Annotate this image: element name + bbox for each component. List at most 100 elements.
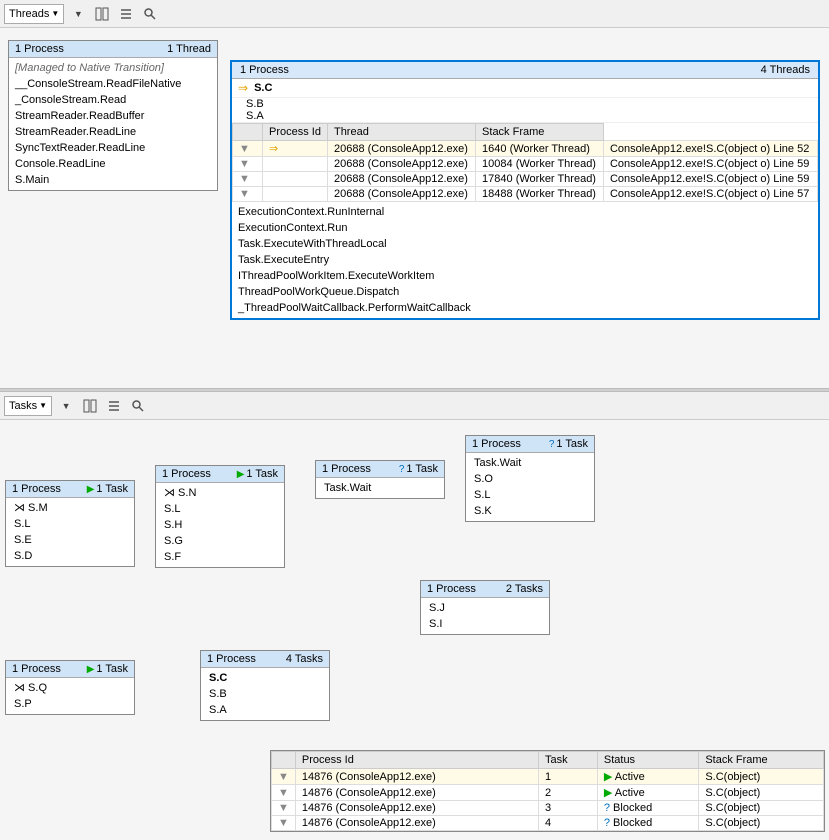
task-row-expand: ▼ (272, 801, 296, 816)
task-col-frame: Stack Frame (699, 752, 824, 769)
thread-row-frame: ConsoleApp12.exe!S.C(object o) Line 59 (603, 157, 817, 172)
sc-line1: S.B (209, 686, 321, 702)
thread-stack-4: StreamReader.ReadLine (15, 124, 211, 140)
columns-button[interactable] (92, 4, 112, 24)
sn-line0: ⋊ S.N (164, 485, 276, 501)
task-node-wait2-header: 1 Process ? 1 Task (466, 436, 594, 453)
task-node-sq-body: ⋊ S.Q S.P (6, 678, 134, 714)
sn-task: 1 Task (246, 468, 278, 480)
task-row-frame: S.C(object) (699, 816, 824, 831)
tasks-filter-button[interactable]: ▼ (56, 396, 76, 416)
stack-frame-item: IThreadPoolWorkItem.ExecuteWorkItem (238, 268, 812, 284)
stack-frame-item: _ThreadPoolWaitCallback.PerformWaitCallb… (238, 300, 812, 316)
stack-frame-item: Task.ExecuteWithThreadLocal (238, 236, 812, 252)
sm-icon: ▶ (87, 484, 95, 495)
task-table-container[interactable]: Process Id Task Status Stack Frame ▼ 148… (270, 750, 825, 832)
task-row-expand: ▼ (272, 769, 296, 785)
wait1-line0: Task.Wait (324, 480, 436, 496)
task-node-sj[interactable]: 1 Process 2 Tasks S.J S.I (420, 580, 550, 635)
thread-stack-7: S.Main (15, 172, 211, 188)
thread-table-container[interactable]: 1 Process 4 Threads ⇒ S.C S.B S.A Proces… (230, 60, 820, 320)
pre-row-sb: S.B (246, 98, 812, 110)
stack-frame-item: ThreadPoolWorkQueue.Dispatch (238, 284, 812, 300)
task-node-wait1[interactable]: 1 Process ? 1 Task Task.Wait (315, 460, 445, 499)
thread-stack-3: StreamReader.ReadBuffer (15, 108, 211, 124)
sn-process: 1 Process (162, 468, 211, 480)
stack-frame-item: Task.ExecuteEntry (238, 252, 812, 268)
sj-process: 1 Process (427, 583, 476, 595)
task-node-sm[interactable]: 1 Process ▶ 1 Task ⋊ S.M S.L S.E S.D (5, 480, 135, 567)
wait2-line0: Task.Wait (474, 455, 586, 471)
tasks-group-button[interactable] (104, 396, 124, 416)
tasks-dropdown-label: Tasks (9, 400, 37, 412)
threads-panel: 1 Process 1 Thread [Managed to Native Tr… (0, 28, 829, 388)
thread-row-expand: ▼ (233, 141, 263, 157)
pre-row-sa: S.A (246, 110, 812, 122)
task-row-status: ▶ Active (597, 769, 698, 785)
thread-row-pid: 20688 (ConsoleApp12.exe) (327, 157, 475, 172)
task-node-sn-body: ⋊ S.N S.L S.H S.G S.F (156, 483, 284, 567)
thread-row-expand: ▼ (233, 172, 263, 187)
sj-line1: S.I (429, 616, 541, 632)
wait2-icon: ? (549, 439, 555, 450)
task-col-expand (272, 752, 296, 769)
tasks-columns-button[interactable] (80, 396, 100, 416)
task-node-sq-header: 1 Process ▶ 1 Task (6, 661, 134, 678)
thread-row-thread: 17840 (Worker Thread) (476, 172, 604, 187)
tasks-search-button[interactable] (128, 396, 148, 416)
tasks-dropdown[interactable]: Tasks ▼ (4, 396, 52, 416)
col-frame-label: Stack Frame (476, 124, 604, 141)
wait1-task: 1 Task (406, 463, 438, 475)
task-node-sj-header: 1 Process 2 Tasks (421, 581, 549, 598)
task-data-table: Process Id Task Status Stack Frame ▼ 148… (271, 751, 824, 831)
search-button[interactable] (140, 4, 160, 24)
sm-line0: ⋊ S.M (14, 500, 126, 516)
thread-node-main[interactable]: 1 Process 1 Thread [Managed to Native Tr… (8, 40, 218, 191)
thread-row-frame: ConsoleApp12.exe!S.C(object o) Line 52 (603, 141, 817, 157)
tasks-panel: 1 Process ▶ 1 Task ⋊ S.M S.L S.E S.D 1 P… (0, 420, 829, 840)
sc-line0: S.C (209, 670, 321, 686)
wait1-icon: ? (399, 464, 405, 475)
sq-line0: ⋊ S.Q (14, 680, 126, 696)
thread-row-thread: 1640 (Worker Thread) (476, 141, 604, 157)
threads-dropdown[interactable]: Threads ▼ (4, 4, 64, 24)
filter-button[interactable]: ▼ (68, 4, 88, 24)
sj-task: 2 Tasks (506, 583, 543, 595)
thread-row-arrow: ⇒ (263, 141, 328, 157)
task-row-status: ? Blocked (597, 801, 698, 816)
sn-line2: S.H (164, 517, 276, 533)
task-node-sq[interactable]: 1 Process ▶ 1 Task ⋊ S.Q S.P (5, 660, 135, 715)
stack-frame-item: ExecutionContext.RunInternal (238, 204, 812, 220)
thread-node-header: 1 Process 1 Thread (9, 41, 217, 58)
col-pid-label: Process Id (263, 124, 328, 141)
thread-row-frame: ConsoleApp12.exe!S.C(object o) Line 59 (603, 172, 817, 187)
task-node-wait2[interactable]: 1 Process ? 1 Task Task.Wait S.O S.L S.K (465, 435, 595, 522)
sq-line1: S.P (14, 696, 126, 712)
group-button[interactable] (116, 4, 136, 24)
task-node-sm-header: 1 Process ▶ 1 Task (6, 481, 134, 498)
sj-line0: S.J (429, 600, 541, 616)
task-node-sm-body: ⋊ S.M S.L S.E S.D (6, 498, 134, 566)
sc-process: 1 Process (207, 653, 256, 665)
thread-table-process: 1 Process (240, 64, 289, 76)
sq-icon: ▶ (87, 664, 95, 675)
tasks-toolbar: Tasks ▼ ▼ (0, 392, 829, 420)
sm-process: 1 Process (12, 483, 61, 495)
task-node-sc-header: 1 Process 4 Tasks (201, 651, 329, 668)
task-node-sn-header: 1 Process ▶ 1 Task (156, 466, 284, 483)
thread-row-arrow (263, 187, 328, 202)
thread-row-frame: ConsoleApp12.exe!S.C(object o) Line 57 (603, 187, 817, 202)
wait2-line1: S.O (474, 471, 586, 487)
task-row-status: ▶ Active (597, 785, 698, 801)
thread-row-pid: 20688 (ConsoleApp12.exe) (327, 172, 475, 187)
thread-table-thread-count: 4 Threads (761, 64, 810, 76)
thread-arrow-row: S.C (254, 82, 272, 94)
task-row-pid: 14876 (ConsoleApp12.exe) (295, 785, 538, 801)
thread-table-header: 1 Process 4 Threads (232, 62, 818, 79)
task-node-sc[interactable]: 1 Process 4 Tasks S.C S.B S.A (200, 650, 330, 721)
task-node-sn[interactable]: 1 Process ▶ 1 Task ⋊ S.N S.L S.H S.G S.F (155, 465, 285, 568)
task-row-pid: 14876 (ConsoleApp12.exe) (295, 769, 538, 785)
task-row-frame: S.C(object) (699, 801, 824, 816)
task-row-frame: S.C(object) (699, 769, 824, 785)
thread-row-arrow (263, 172, 328, 187)
